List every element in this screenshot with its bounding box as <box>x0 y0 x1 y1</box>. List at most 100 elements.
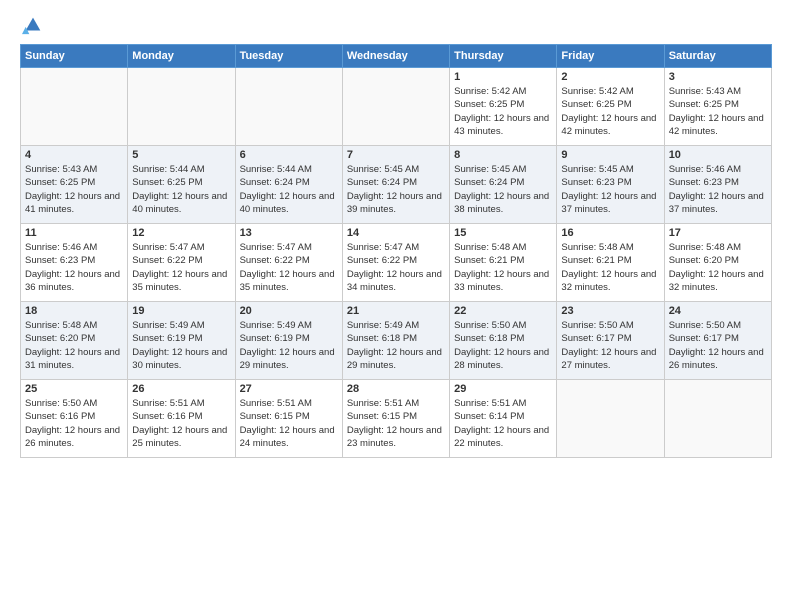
day-cell: 28 Sunrise: 5:51 AM Sunset: 6:15 PM Dayli… <box>342 380 449 458</box>
day-info: Sunrise: 5:49 AM Sunset: 6:19 PM Dayligh… <box>132 319 230 372</box>
day-number: 26 <box>132 383 230 395</box>
day-info: Sunrise: 5:45 AM Sunset: 6:24 PM Dayligh… <box>347 163 445 216</box>
week-row-5: 25 Sunrise: 5:50 AM Sunset: 6:16 PM Dayli… <box>21 380 772 458</box>
day-cell <box>664 380 771 458</box>
day-info: Sunrise: 5:51 AM Sunset: 6:14 PM Dayligh… <box>454 397 552 450</box>
day-number: 17 <box>669 227 767 239</box>
day-cell: 7 Sunrise: 5:45 AM Sunset: 6:24 PM Daylig… <box>342 146 449 224</box>
day-number: 13 <box>240 227 338 239</box>
day-info: Sunrise: 5:46 AM Sunset: 6:23 PM Dayligh… <box>25 241 123 294</box>
day-info: Sunrise: 5:44 AM Sunset: 6:25 PM Dayligh… <box>132 163 230 216</box>
day-number: 22 <box>454 305 552 317</box>
week-row-4: 18 Sunrise: 5:48 AM Sunset: 6:20 PM Dayli… <box>21 302 772 380</box>
logo-icon <box>22 14 44 36</box>
day-cell: 15Sunrise: 5:48 AM Sunset: 6:21 PM Dayli… <box>450 224 557 302</box>
day-cell <box>557 380 664 458</box>
day-cell: 10 Sunrise: 5:46 AM Sunset: 6:23 PM Dayli… <box>664 146 771 224</box>
day-cell: 2 Sunrise: 5:42 AM Sunset: 6:25 PM Daylig… <box>557 68 664 146</box>
day-number: 14 <box>347 227 445 239</box>
day-cell: 22 Sunrise: 5:50 AM Sunset: 6:18 PM Dayli… <box>450 302 557 380</box>
day-cell: 27 Sunrise: 5:51 AM Sunset: 6:15 PM Dayli… <box>235 380 342 458</box>
day-info: Sunrise: 5:43 AM Sunset: 6:25 PM Dayligh… <box>25 163 123 216</box>
day-cell: 18 Sunrise: 5:48 AM Sunset: 6:20 PM Dayli… <box>21 302 128 380</box>
week-row-1: 1 Sunrise: 5:42 AM Sunset: 6:25 PM Daylig… <box>21 68 772 146</box>
day-number: 9 <box>561 149 659 161</box>
day-cell: 20Sunrise: 5:49 AM Sunset: 6:19 PM Dayli… <box>235 302 342 380</box>
day-cell: 3 Sunrise: 5:43 AM Sunset: 6:25 PM Daylig… <box>664 68 771 146</box>
day-cell: 5 Sunrise: 5:44 AM Sunset: 6:25 PM Daylig… <box>128 146 235 224</box>
col-header-monday: Monday <box>128 45 235 68</box>
day-number: 20 <box>240 305 338 317</box>
day-cell: 23 Sunrise: 5:50 AM Sunset: 6:17 PM Dayli… <box>557 302 664 380</box>
day-info: Sunrise: 5:43 AM Sunset: 6:25 PM Dayligh… <box>669 85 767 138</box>
day-number: 21 <box>347 305 445 317</box>
day-info: Sunrise: 5:44 AM Sunset: 6:24 PM Dayligh… <box>240 163 338 216</box>
header-row: SundayMondayTuesdayWednesdayThursdayFrid… <box>21 45 772 68</box>
day-info: Sunrise: 5:49 AM Sunset: 6:18 PM Dayligh… <box>347 319 445 372</box>
page: SundayMondayTuesdayWednesdayThursdayFrid… <box>0 0 792 612</box>
day-cell <box>128 68 235 146</box>
day-cell: 14 Sunrise: 5:47 AM Sunset: 6:22 PM Dayli… <box>342 224 449 302</box>
day-number: 3 <box>669 71 767 83</box>
day-cell: 11 Sunrise: 5:46 AM Sunset: 6:23 PM Dayli… <box>21 224 128 302</box>
day-cell: 9Sunrise: 5:45 AM Sunset: 6:23 PM Daylig… <box>557 146 664 224</box>
day-number: 10 <box>669 149 767 161</box>
day-number: 11 <box>25 227 123 239</box>
day-number: 6 <box>240 149 338 161</box>
logo <box>20 16 44 36</box>
day-cell <box>235 68 342 146</box>
day-number: 5 <box>132 149 230 161</box>
day-cell: 13 Sunrise: 5:47 AM Sunset: 6:22 PM Dayli… <box>235 224 342 302</box>
day-cell: 21 Sunrise: 5:49 AM Sunset: 6:18 PM Dayli… <box>342 302 449 380</box>
day-cell: 12Sunrise: 5:47 AM Sunset: 6:22 PM Dayli… <box>128 224 235 302</box>
day-number: 27 <box>240 383 338 395</box>
day-cell: 26 Sunrise: 5:51 AM Sunset: 6:16 PM Dayli… <box>128 380 235 458</box>
day-number: 29 <box>454 383 552 395</box>
day-cell: 4 Sunrise: 5:43 AM Sunset: 6:25 PM Daylig… <box>21 146 128 224</box>
day-cell: 24 Sunrise: 5:50 AM Sunset: 6:17 PM Dayli… <box>664 302 771 380</box>
day-number: 12 <box>132 227 230 239</box>
day-info: Sunrise: 5:47 AM Sunset: 6:22 PM Dayligh… <box>347 241 445 294</box>
day-cell: 16Sunrise: 5:48 AM Sunset: 6:21 PM Dayli… <box>557 224 664 302</box>
week-row-2: 4 Sunrise: 5:43 AM Sunset: 6:25 PM Daylig… <box>21 146 772 224</box>
day-info: Sunrise: 5:50 AM Sunset: 6:16 PM Dayligh… <box>25 397 123 450</box>
day-info: Sunrise: 5:50 AM Sunset: 6:18 PM Dayligh… <box>454 319 552 372</box>
col-header-saturday: Saturday <box>664 45 771 68</box>
day-number: 18 <box>25 305 123 317</box>
day-number: 8 <box>454 149 552 161</box>
header <box>20 16 772 36</box>
day-cell: 17Sunrise: 5:48 AM Sunset: 6:20 PM Dayli… <box>664 224 771 302</box>
day-number: 7 <box>347 149 445 161</box>
day-info: Sunrise: 5:50 AM Sunset: 6:17 PM Dayligh… <box>669 319 767 372</box>
col-header-thursday: Thursday <box>450 45 557 68</box>
day-info: Sunrise: 5:51 AM Sunset: 6:15 PM Dayligh… <box>347 397 445 450</box>
week-row-3: 11 Sunrise: 5:46 AM Sunset: 6:23 PM Dayli… <box>21 224 772 302</box>
day-info: Sunrise: 5:51 AM Sunset: 6:15 PM Dayligh… <box>240 397 338 450</box>
day-number: 28 <box>347 383 445 395</box>
day-number: 25 <box>25 383 123 395</box>
day-cell: 6 Sunrise: 5:44 AM Sunset: 6:24 PM Daylig… <box>235 146 342 224</box>
day-info: Sunrise: 5:47 AM Sunset: 6:22 PM Dayligh… <box>240 241 338 294</box>
day-number: 4 <box>25 149 123 161</box>
day-number: 24 <box>669 305 767 317</box>
day-number: 23 <box>561 305 659 317</box>
col-header-tuesday: Tuesday <box>235 45 342 68</box>
day-info: Sunrise: 5:46 AM Sunset: 6:23 PM Dayligh… <box>669 163 767 216</box>
calendar-table: SundayMondayTuesdayWednesdayThursdayFrid… <box>20 44 772 458</box>
day-number: 1 <box>454 71 552 83</box>
day-info: Sunrise: 5:51 AM Sunset: 6:16 PM Dayligh… <box>132 397 230 450</box>
day-cell: 1Sunrise: 5:42 AM Sunset: 6:25 PM Daylig… <box>450 68 557 146</box>
day-cell <box>342 68 449 146</box>
day-cell: 19Sunrise: 5:49 AM Sunset: 6:19 PM Dayli… <box>128 302 235 380</box>
day-cell <box>21 68 128 146</box>
day-cell: 29 Sunrise: 5:51 AM Sunset: 6:14 PM Dayli… <box>450 380 557 458</box>
day-info: Sunrise: 5:48 AM Sunset: 6:21 PM Dayligh… <box>561 241 659 294</box>
day-info: Sunrise: 5:50 AM Sunset: 6:17 PM Dayligh… <box>561 319 659 372</box>
col-header-friday: Friday <box>557 45 664 68</box>
col-header-wednesday: Wednesday <box>342 45 449 68</box>
day-cell: 25 Sunrise: 5:50 AM Sunset: 6:16 PM Dayli… <box>21 380 128 458</box>
day-info: Sunrise: 5:48 AM Sunset: 6:20 PM Dayligh… <box>25 319 123 372</box>
col-header-sunday: Sunday <box>21 45 128 68</box>
day-info: Sunrise: 5:42 AM Sunset: 6:25 PM Dayligh… <box>561 85 659 138</box>
day-number: 2 <box>561 71 659 83</box>
